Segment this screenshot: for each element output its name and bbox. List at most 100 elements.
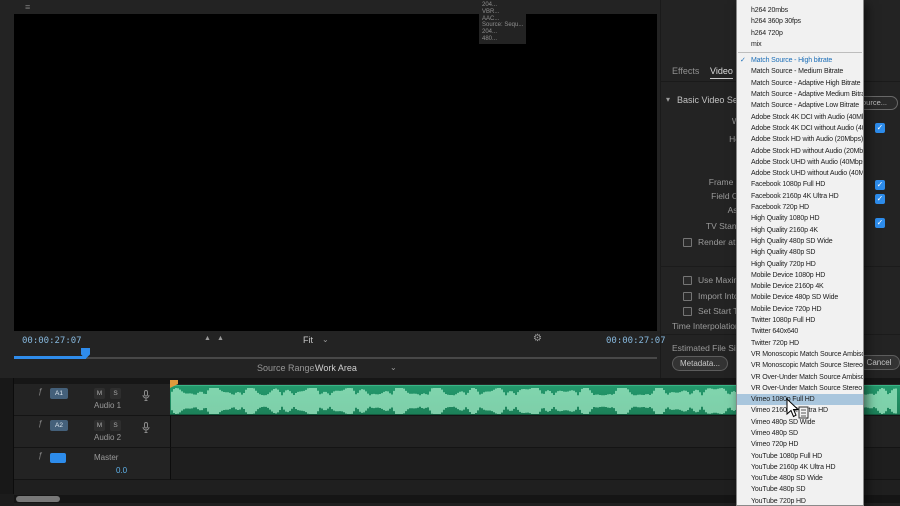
track-name-label: Master — [94, 453, 119, 462]
fx-icon[interactable]: ƒ — [38, 419, 42, 428]
preset-menu-item[interactable]: Match Source - Adaptive Medium Bitrate — [737, 89, 863, 100]
track-header[interactable]: ƒ A2 M S Audio 2 — [14, 416, 170, 448]
track-target-chip[interactable]: A1 — [50, 388, 68, 399]
timeline-corner — [0, 494, 14, 506]
mark-out-icon[interactable]: ▲ — [217, 335, 224, 342]
preset-menu-item[interactable]: Adobe Stock 4K DCI without Audio (40Mbps… — [737, 123, 863, 134]
preset-menu-item[interactable]: Mobile Device 480p SD Wide — [737, 292, 863, 303]
preset-menu-item[interactable]: Match Source - Adaptive High Bitrate — [737, 78, 863, 89]
preset-menu-item[interactable]: Facebook 720p HD — [737, 202, 863, 213]
preset-menu-item[interactable]: Mobile Device 720p HD — [737, 304, 863, 315]
chevron-down-icon: ⌄ — [390, 363, 397, 372]
preset-menu-item[interactable]: Adobe Stock 4K DCI with Audio (40Mbps) — [737, 112, 863, 123]
solo-button[interactable]: S — [110, 420, 121, 431]
fx-icon[interactable]: ƒ — [38, 451, 42, 460]
preset-menu-item[interactable]: Facebook 1080p Full HD — [737, 179, 863, 190]
duration-timecode: 00:00:27:07 — [606, 336, 666, 346]
preset-menu-item[interactable]: Match Source - Medium Bitrate — [737, 66, 863, 77]
mouse-cursor — [786, 398, 809, 419]
panel-divider — [660, 0, 661, 378]
preset-menu-item[interactable]: Twitter 720p HD — [737, 338, 863, 349]
summary-line: Source: Sequ... — [482, 22, 524, 29]
mute-button[interactable]: M — [94, 420, 105, 431]
preset-menu-item[interactable]: YouTube 1080p Full HD — [737, 451, 863, 462]
preset-menu-item[interactable]: VR Monoscopic Match Source Stereo Audio — [737, 360, 863, 371]
export-option-checkbox[interactable] — [683, 292, 692, 301]
match-source-checkbox[interactable]: ✓ — [875, 180, 885, 190]
zoom-level-select[interactable]: Fit — [303, 335, 313, 345]
output-summary: 204... VBR... AAC... Source: Sequ... 204... 4… — [479, 1, 527, 44]
preset-menu-item[interactable]: mix — [737, 39, 863, 50]
preview-settings-icon[interactable]: ⚙ — [533, 333, 542, 344]
match-source-checkbox[interactable]: ✓ — [875, 194, 885, 204]
mute-button[interactable]: M — [94, 388, 105, 399]
preset-menu-item[interactable]: Facebook 2160p 4K Ultra HD — [737, 191, 863, 202]
preset-menu-item[interactable]: High Quality 480p SD — [737, 247, 863, 258]
preset-menu-item[interactable]: Mobile Device 2160p 4K — [737, 281, 863, 292]
track-name-label: Audio 2 — [94, 433, 122, 442]
preset-menu-item[interactable]: Adobe Stock HD without Audio (20Mbps) — [737, 146, 863, 157]
preset-menu-item[interactable]: Vimeo 480p SD — [737, 428, 863, 439]
match-source-checkbox[interactable]: ✓ — [875, 218, 885, 228]
tab-effects[interactable]: Effects — [672, 66, 699, 76]
match-source-checkbox[interactable]: ✓ — [875, 123, 885, 133]
time-interpolation-label: Time Interpolation: — [672, 321, 743, 331]
panel-menu-icon[interactable]: ≡ — [25, 2, 30, 12]
preset-menu-item[interactable]: High Quality 2160p 4K — [737, 225, 863, 236]
preset-menu-item[interactable]: Twitter 1080p Full HD — [737, 315, 863, 326]
preset-menu-item[interactable]: Mobile Device 1080p HD — [737, 270, 863, 281]
preset-menu-item[interactable]: Twitter 640x640 — [737, 326, 863, 337]
track-header[interactable]: ƒ Master 0.0 — [14, 448, 170, 480]
master-level-value[interactable]: 0.0 — [116, 466, 127, 475]
preset-menu-item[interactable]: Vimeo 720p HD — [737, 439, 863, 450]
solo-button[interactable]: S — [110, 388, 121, 399]
preset-menu-item[interactable]: Adobe Stock HD with Audio (20Mbps) — [737, 134, 863, 145]
source-range-select[interactable]: Work Area — [315, 363, 357, 373]
fx-icon[interactable]: ƒ — [38, 387, 42, 396]
preset-menu-item[interactable]: Adobe Stock UHD with Audio (40Mbps) — [737, 157, 863, 168]
section-collapse-icon[interactable]: ▾ — [666, 95, 670, 104]
master-track-chip[interactable] — [50, 453, 66, 463]
summary-line: VBR... — [482, 8, 500, 15]
microphone-icon[interactable] — [142, 388, 150, 406]
preset-menu-item[interactable]: YouTube 480p SD — [737, 484, 863, 495]
microphone-icon[interactable] — [142, 420, 150, 438]
metadata-button[interactable]: Metadata... — [672, 356, 728, 371]
render-max-depth-checkbox[interactable] — [683, 238, 692, 247]
track-name-label: Audio 1 — [94, 401, 122, 410]
preset-menu-item[interactable]: h264 720p — [737, 28, 863, 39]
preset-menu-item[interactable]: High Quality 720p HD — [737, 259, 863, 270]
timeline-hscroll-handle[interactable] — [16, 496, 60, 502]
preset-menu-item[interactable]: VR Monoscopic Match Source Ambisonics — [737, 349, 863, 360]
menu-separator — [738, 52, 862, 54]
summary-line: AAC... — [482, 15, 500, 22]
export-option-checkbox[interactable] — [683, 276, 692, 285]
preset-menu-item[interactable]: YouTube 2160p 4K Ultra HD — [737, 462, 863, 473]
preset-menu-item[interactable]: h264 360p 30fps — [737, 16, 863, 27]
scrubber-progress — [14, 356, 86, 359]
preset-menu-item[interactable]: VR Over-Under Match Source Ambisonics — [737, 372, 863, 383]
track-target-chip[interactable]: A2 — [50, 420, 68, 431]
premiere-export-window: ≡ 204... VBR... AAC... Source: Sequ... 204..… — [0, 0, 900, 506]
video-preview[interactable] — [14, 14, 657, 331]
track-header[interactable]: ƒ A1 M S Audio 1 — [14, 384, 170, 416]
check-icon: ✓ — [740, 57, 746, 65]
preset-menu-item[interactable]: Match Source - High bitrate ✓ — [737, 55, 863, 66]
preset-menu-item[interactable]: High Quality 480p SD Wide — [737, 236, 863, 247]
preset-menu-item[interactable]: Match Source - Adaptive Low Bitrate — [737, 100, 863, 111]
preset-dropdown-menu: h264 20mbs h264 360p 30fps h264 720p mix Mat… — [736, 0, 864, 506]
preset-menu-item[interactable]: YouTube 720p HD — [737, 496, 863, 505]
scrubber-track[interactable] — [14, 357, 657, 359]
preset-menu-item[interactable]: High Quality 1080p HD — [737, 213, 863, 224]
preset-menu-item[interactable]: VR Over-Under Match Source Stereo Audio — [737, 383, 863, 394]
mark-in-icon[interactable]: ▲ — [204, 335, 211, 342]
export-option-checkbox[interactable] — [683, 307, 692, 316]
source-range-label: Source Range: — [257, 363, 318, 373]
preset-menu-item[interactable]: h264 20mbs — [737, 5, 863, 16]
cancel-button[interactable]: Cancel — [858, 355, 900, 370]
chevron-down-icon: ⌄ — [322, 335, 329, 344]
preset-menu-item[interactable]: YouTube 480p SD Wide — [737, 473, 863, 484]
preset-menu-item[interactable]: Adobe Stock UHD without Audio (40Mbps) — [737, 168, 863, 179]
tab-video[interactable]: Video — [710, 66, 733, 79]
timeline-left-gutter — [0, 378, 14, 506]
